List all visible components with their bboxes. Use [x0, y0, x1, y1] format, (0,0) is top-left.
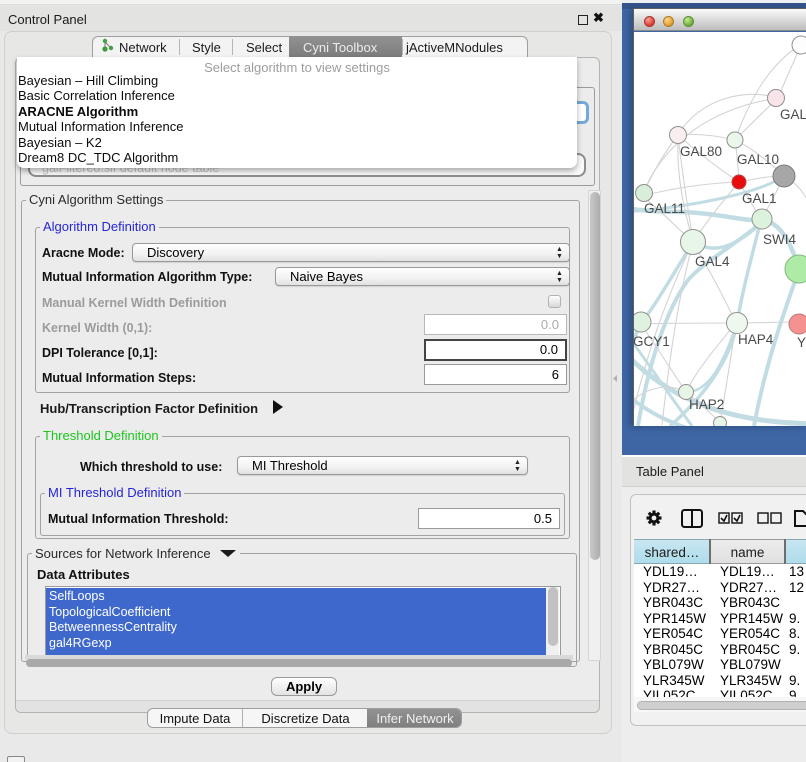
svg-text:HAP4: HAP4: [738, 332, 774, 347]
svg-text:Y: Y: [797, 335, 806, 350]
svg-text:GAL11: GAL11: [644, 201, 685, 216]
svg-text:GAL: GAL: [780, 107, 806, 122]
svg-text:HAP2: HAP2: [689, 397, 724, 412]
svg-text:GAL4: GAL4: [695, 254, 730, 269]
svg-text:GCY1: GCY1: [634, 334, 670, 349]
svg-text:GAL80: GAL80: [680, 144, 722, 159]
svg-text:SWI4: SWI4: [763, 232, 796, 247]
svg-text:GAL1: GAL1: [742, 191, 777, 206]
svg-text:GAL10: GAL10: [737, 152, 779, 167]
